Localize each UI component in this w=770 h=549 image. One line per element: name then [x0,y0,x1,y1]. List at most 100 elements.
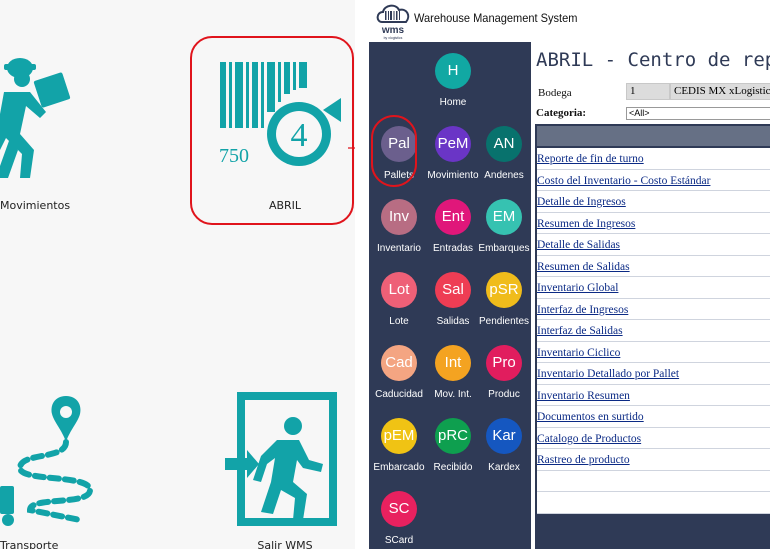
menu-item-badge: Pro [486,345,522,381]
report-row: Interfaz de Salidas [537,320,770,342]
menu-item-kardex[interactable]: Kar Kardex [477,409,531,482]
report-row: Reporte de fin de turno [537,148,770,170]
menu-item-label: Pallets [383,170,414,181]
abril-barcode-number: 750 [219,145,249,167]
report-row: Costo del Inventario - Costo Estándar [537,169,770,191]
logo-text: wms [381,25,405,36]
menu-item-salidas[interactable]: Sal Salidas [426,263,480,336]
menu-item-mov-int[interactable]: Int Mov. Int. [426,336,480,409]
menu-item-produc[interactable]: Pro Produc [477,336,531,409]
menu-item-andenes[interactable]: AN Andenes [477,117,531,190]
exit-door-icon[interactable] [215,390,340,530]
report-row: Inventario Global [537,277,770,299]
menu-item-label: Embarques [478,243,530,254]
report-link[interactable]: Resumen de Salidas [537,261,630,273]
abril-badge-number: 4 [291,117,308,154]
page-title: ABRIL - Centro de reportes [536,49,770,71]
tile-label-salir-wms[interactable]: Salir WMS [235,539,335,549]
main-menu: H Home Pal Pallets PeM Movimiento AN Andenes Inv… [369,42,531,549]
report-link[interactable]: Catalogo de Productos [537,433,641,445]
report-row: Documentos en surtido [537,406,770,428]
menu-item-badge: pEM [381,418,417,454]
menu-item-inventario[interactable]: Inv Inventario [372,190,426,263]
menu-item-badge: AN [486,126,522,162]
barcode-icon[interactable]: 4 750 [215,58,345,168]
report-link[interactable]: Interfaz de Ingresos [537,304,628,316]
report-row: Inventario Ciclico [537,341,770,363]
menu-item-scard[interactable]: SC SCard [372,482,426,549]
report-link[interactable]: Detalle de Salidas [537,239,620,251]
menu-item-badge: Pal [381,126,417,162]
report-link[interactable]: Inventario Resumen [537,390,630,402]
report-link[interactable]: Reporte de fin de turno [537,153,644,165]
logo-subtext: by xlogistics [384,36,403,40]
report-row-empty [537,492,770,514]
report-row: Resumen de Salidas [537,255,770,277]
menu-item-recibido[interactable]: pRC Recibido [426,409,480,482]
menu-item-badge: Lot [381,272,417,308]
menu-item-badge: Int [435,345,471,381]
report-link[interactable]: Interfaz de Salidas [537,325,623,337]
report-link[interactable]: Documentos en surtido [537,411,644,423]
tile-label-abril[interactable]: ABRIL [205,199,355,212]
report-row: Inventario Resumen [537,384,770,406]
menu-item-embarques[interactable]: EM Embarques [477,190,531,263]
menu-item-label: Home [439,97,467,108]
menu-item-badge: H [435,53,471,89]
menu-item-embarcado[interactable]: pEM Embarcado [372,409,426,482]
menu-item-badge: EM [486,199,522,235]
report-link[interactable]: Inventario Ciclico [537,347,620,359]
menu-item-label: Produc [488,389,520,400]
report-row: Interfaz de Ingresos [537,298,770,320]
menu-item-lote[interactable]: Lot Lote [372,263,426,336]
categoria-select[interactable]: <All> [626,107,770,120]
menu-item-label: Lote [389,316,409,327]
report-row: Catalogo de Productos [537,427,770,449]
menu-item-badge: Inv [381,199,417,235]
report-link[interactable]: Inventario Detallado por Pallet [537,368,679,380]
report-link[interactable]: Inventario Global [537,282,618,294]
menu-item-badge: pSR [486,272,522,308]
report-panel: Reporte de fin de turno Costo del Inventa… [535,124,770,549]
transport-route-icon[interactable] [0,390,100,535]
menu-item-badge: PeM [435,126,471,162]
menu-item-badge: Ent [435,199,471,235]
report-row: Resumen de Ingresos [537,212,770,234]
divider [355,0,369,549]
menu-item-label: Inventario [377,243,421,254]
tile-label-movimientos[interactable]: Movimientos [0,199,70,212]
menu-item-label: SCard [384,535,414,546]
report-link[interactable]: Detalle de Ingresos [537,196,626,208]
module-launcher: Movimientos 4 750 ABRIL Transporte Salir… [0,0,355,549]
menu-item-label: Pendientes [478,316,530,327]
report-link[interactable]: Costo del Inventario - Costo Estándar [537,175,710,187]
menu-item-badge: Sal [435,272,471,308]
report-row: Inventario Detallado por Pallet [537,363,770,385]
app-title: Warehouse Management System [414,11,578,25]
menu-item-pendientes[interactable]: pSR Pendientes [477,263,531,336]
menu-item-movimiento[interactable]: PeM Movimiento [426,117,480,190]
app-header: wms by xlogistics Warehouse Management S… [369,0,770,42]
report-list: Reporte de fin de turno Costo del Inventa… [537,148,770,514]
report-link[interactable]: Rastreo de producto [537,454,630,466]
menu-item-label: Caducidad [375,389,423,400]
menu-item-pallets[interactable]: Pal Pallets [372,117,426,190]
bodega-name-field[interactable]: CEDIS MX xLogistics [670,83,770,100]
menu-item-label: Andenes [484,170,524,181]
menu-item-label: Kardex [488,462,520,473]
menu-item-caducidad[interactable]: Cad Caducidad [372,336,426,409]
report-row: Rastreo de producto [537,449,770,471]
tile-label-transporte[interactable]: Transporte [0,539,58,549]
menu-item-home[interactable]: H Home [426,44,480,117]
menu-item-badge: Cad [381,345,417,381]
report-link[interactable]: Resumen de Ingresos [537,218,635,230]
menu-item-entradas[interactable]: Ent Entradas [426,190,480,263]
menu-item-badge: Kar [486,418,522,454]
menu-item-label: Embarcado [373,462,425,473]
report-center: ABRIL - Centro de reportes Bodega 1 CEDI… [535,42,770,549]
wms-logo-icon[interactable]: wms by xlogistics [374,2,412,40]
delivery-man-icon[interactable] [0,54,76,184]
bodega-code-field[interactable]: 1 [626,83,670,100]
categoria-label: Categoria: [536,107,587,119]
report-row: Detalle de Salidas [537,234,770,256]
